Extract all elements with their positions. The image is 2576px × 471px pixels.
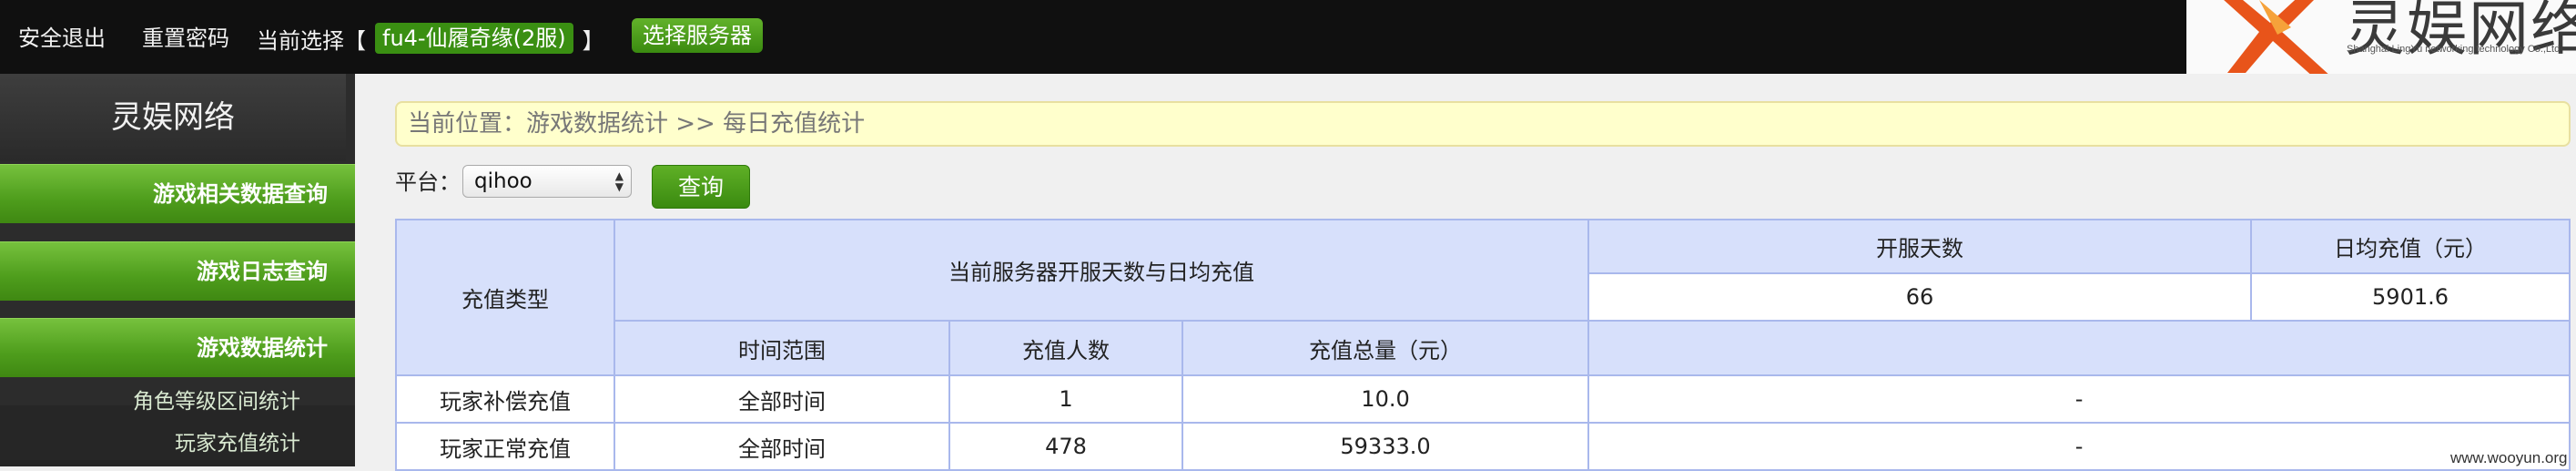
select-arrows-icon: ▲ ▼ (614, 169, 624, 193)
table-row: 玩家补偿充值 全部时间 1 10.0 - (395, 374, 2571, 424)
logo-wordmark: 灵娱网络 (2345, 0, 2576, 64)
logo-subtitle: Shanghai LingYu networking technology Co… (2347, 44, 2561, 55)
row-type: 玩家补偿充值 (395, 374, 615, 424)
open-days-value: 66 (1587, 272, 2253, 322)
breadcrumb: 当前位置：游戏数据统计 >> 每日充值统计 (395, 101, 2571, 147)
recharge-type-header: 充值类型 (395, 219, 615, 376)
current-server-indicator: 当前选择【 fu4-仙履奇缘(2服) 】 (257, 23, 604, 54)
col-blank (1587, 320, 2571, 376)
current-select-prefix: 当前选择【 (257, 27, 366, 54)
sidebar-subitem-player-recharge[interactable]: 玩家充值统计 (0, 427, 300, 460)
row-extra: - (1587, 374, 2571, 424)
sidebar-item-game-log-query[interactable]: 游戏日志查询 (0, 241, 355, 301)
row-payers: 478 (948, 422, 1183, 471)
company-logo: 灵娱网络 Shanghai LingYu networking technolo… (2186, 0, 2576, 74)
row-type: 玩家正常充值 (395, 422, 615, 471)
open-days-header: 开服天数 (1587, 219, 2253, 274)
row-range: 全部时间 (614, 422, 950, 471)
sidebar-subitem-level-range[interactable]: 角色等级区间统计 (0, 385, 300, 418)
logo-x-icon (2224, 0, 2328, 74)
row-total: 59333.0 (1181, 422, 1590, 471)
watermark: www.wooyun.org (2450, 449, 2568, 466)
current-server-badge: fu4-仙履奇缘(2服) (375, 23, 573, 54)
row-total: 10.0 (1181, 374, 1590, 424)
choose-server-button[interactable]: 选择服务器 (632, 18, 763, 53)
daily-avg-header: 日均充值（元） (2250, 219, 2571, 274)
platform-label: 平台： (395, 169, 461, 195)
platform-select-value: qihoo (474, 169, 532, 193)
col-time-range: 时间范围 (614, 320, 950, 376)
col-total: 充值总量（元） (1181, 320, 1590, 376)
sidebar-item-game-statistics[interactable]: 游戏数据统计 (0, 318, 355, 377)
query-button[interactable]: 查询 (652, 165, 750, 209)
sidebar: 灵娱网络 游戏相关数据查询 游戏日志查询 游戏数据统计 角色等级区间统计 玩家充… (0, 74, 355, 466)
sidebar-item-game-data-query[interactable]: 游戏相关数据查询 (0, 164, 355, 223)
row-payers: 1 (948, 374, 1183, 424)
recharge-stats-table: 充值类型 当前服务器开服天数与日均充值 开服天数 日均充值（元） 66 5901… (395, 219, 2571, 471)
row-range: 全部时间 (614, 374, 950, 424)
row-extra: - (1587, 422, 2571, 471)
col-payers: 充值人数 (948, 320, 1183, 376)
current-select-suffix: 】 (582, 27, 604, 54)
top-bar: 安全退出 重置密码 当前选择【 fu4-仙履奇缘(2服) 】 选择服务器 灵娱网… (0, 0, 2576, 74)
summary-header: 当前服务器开服天数与日均充值 (613, 219, 1590, 322)
daily-avg-value: 5901.6 (2250, 272, 2571, 322)
reset-password-link[interactable]: 重置密码 (142, 24, 229, 53)
table-row: 玩家正常充值 全部时间 478 59333.0 - (395, 422, 2571, 471)
platform-select[interactable]: qihoo ▲ ▼ (462, 165, 632, 198)
logout-link[interactable]: 安全退出 (18, 24, 106, 53)
sidebar-brand: 灵娱网络 (0, 74, 346, 161)
